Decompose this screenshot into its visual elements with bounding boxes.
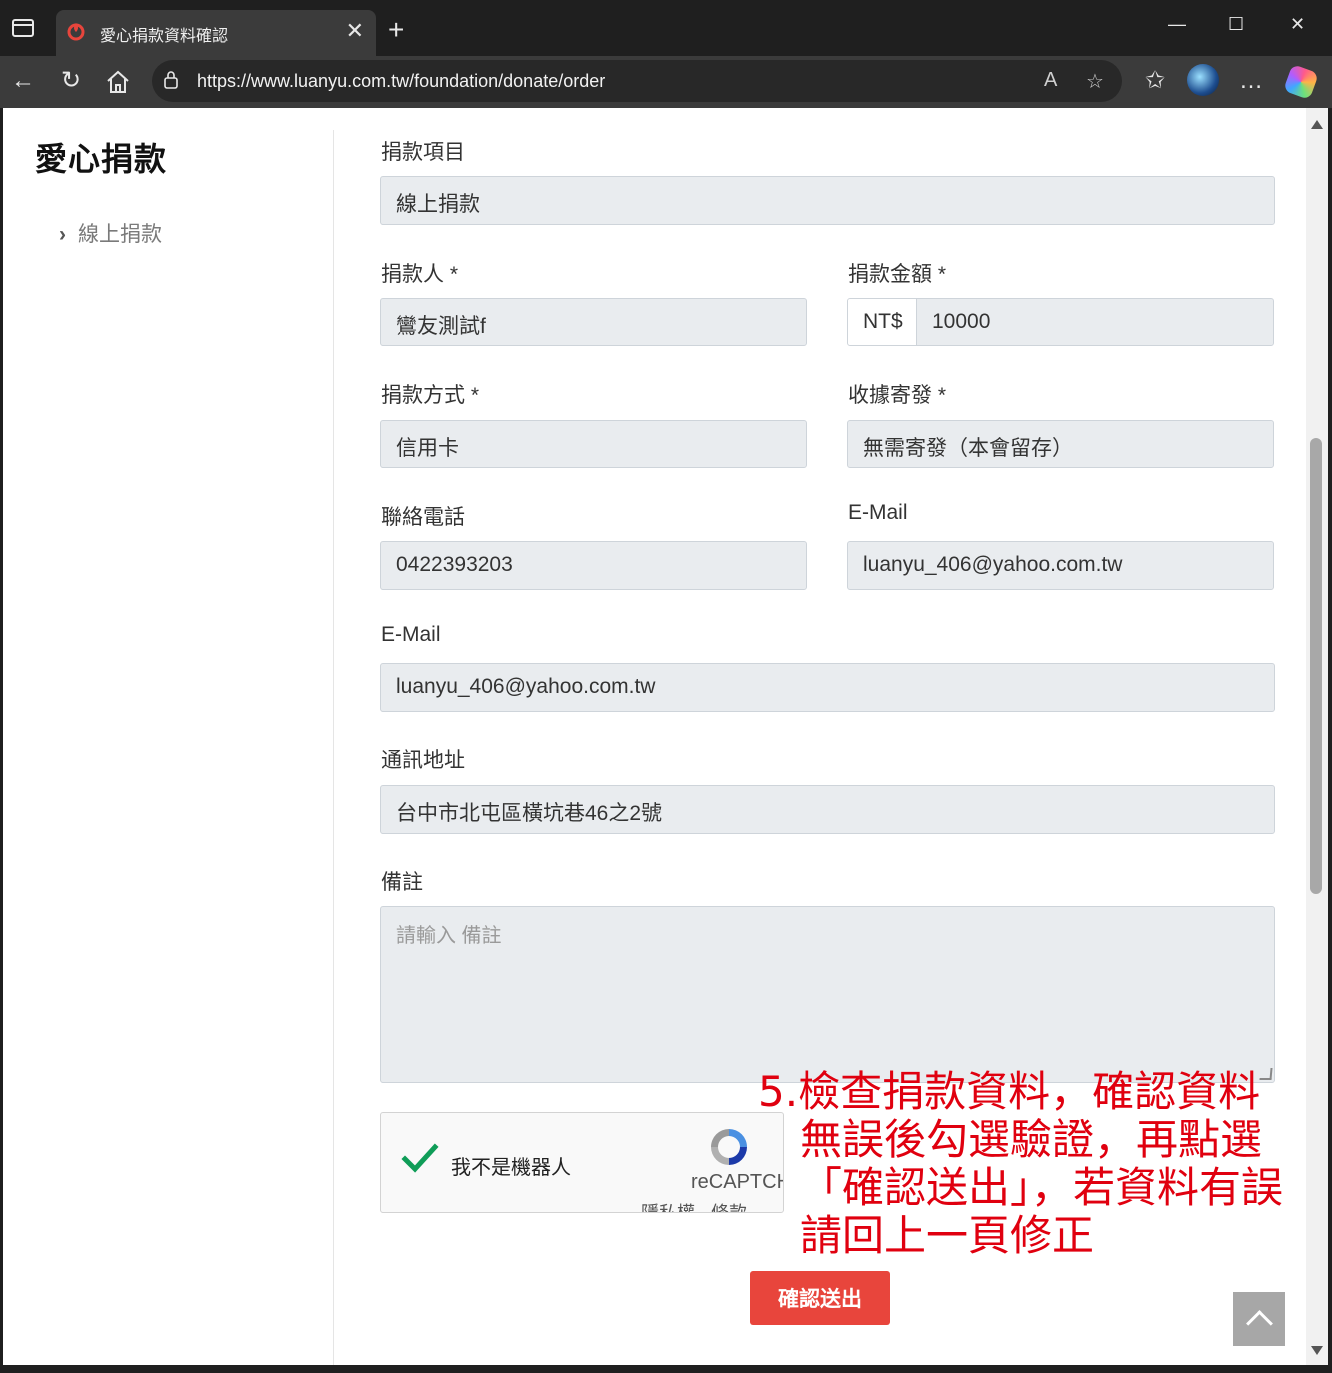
- email2-label: E-Mail: [381, 623, 441, 646]
- phone-label: 聯絡電話: [381, 506, 465, 529]
- favorites-icon[interactable]: ✩: [1140, 66, 1170, 96]
- profile-avatar[interactable]: [1187, 64, 1219, 96]
- note-placeholder: 請輸入 備註: [396, 925, 502, 947]
- browser-tab[interactable]: 愛心捐款資料確認 ✕: [56, 10, 376, 56]
- amount-field[interactable]: 10000: [916, 298, 1274, 346]
- scrollbar-thumb[interactable]: [1310, 438, 1322, 894]
- scroll-up-arrow-icon[interactable]: [1311, 120, 1323, 129]
- recaptcha-privacy-terms-link[interactable]: 隱私權 - 條款: [641, 1199, 747, 1212]
- back-icon[interactable]: ←: [8, 66, 38, 96]
- new-tab-button[interactable]: +: [388, 16, 404, 44]
- more-icon[interactable]: …: [1236, 66, 1266, 96]
- annotation-line-3: 「確認送出」，若資料有誤: [800, 1163, 1284, 1212]
- currency-prefix: NT$: [847, 298, 917, 346]
- receipt-field[interactable]: 無需寄發（本會留存）: [847, 420, 1274, 468]
- recaptcha-widget: 我不是機器人 reCAPTCHA 隱私權 - 條款: [380, 1112, 784, 1213]
- sidebar-item-online-donation[interactable]: › 線上捐款: [59, 218, 162, 248]
- minimize-button[interactable]: —: [1168, 14, 1186, 35]
- phone-field[interactable]: 0422393203: [380, 541, 807, 590]
- refresh-icon[interactable]: ↻: [56, 66, 86, 96]
- resize-grip-icon[interactable]: [1259, 1068, 1273, 1080]
- address-field[interactable]: 台中市北屯區橫坑巷46之2號: [380, 785, 1275, 834]
- receipt-label: 收據寄發 *: [848, 384, 947, 407]
- favorite-star-icon[interactable]: ☆: [1086, 69, 1104, 94]
- home-icon[interactable]: [105, 69, 131, 95]
- email-field[interactable]: luanyu_406@yahoo.com.tw: [847, 541, 1274, 590]
- tab-close-icon[interactable]: ✕: [346, 20, 364, 42]
- item-field[interactable]: 線上捐款: [380, 176, 1275, 225]
- annotation-line-4: 請回上一頁修正: [800, 1211, 1095, 1260]
- tab-bar: 愛心捐款資料確認 ✕ + — ☐ ✕: [0, 0, 1332, 56]
- item-label: 捐款項目: [381, 141, 465, 164]
- sidebar-item-label: 線上捐款: [78, 223, 162, 246]
- recaptcha-logo-icon: [711, 1129, 747, 1165]
- page-scrollbar[interactable]: [1306, 108, 1328, 1365]
- sidebar-icon[interactable]: [12, 19, 34, 37]
- annotation-line-1: 5.檢查捐款資料，確認資料: [758, 1067, 1261, 1116]
- lock-icon[interactable]: [164, 71, 178, 89]
- note-label: 備註: [381, 871, 423, 894]
- site-favicon-icon: [67, 23, 85, 41]
- tab-title: 愛心捐款資料確認: [100, 28, 229, 45]
- scroll-down-arrow-icon[interactable]: [1311, 1346, 1323, 1355]
- maximize-button[interactable]: ☐: [1228, 14, 1244, 35]
- note-textarea[interactable]: 請輸入 備註: [380, 906, 1275, 1083]
- annotation-line-2: 無誤後勾選驗證，再點選: [800, 1115, 1263, 1164]
- recaptcha-brand: reCAPTCHA: [691, 1171, 783, 1193]
- captcha-label: 我不是機器人: [451, 1157, 571, 1179]
- checkmark-icon[interactable]: [401, 1139, 439, 1177]
- url-text[interactable]: https://www.luanyu.com.tw/foundation/don…: [197, 71, 605, 92]
- donor-label: 捐款人 *: [381, 263, 459, 286]
- email-label: E-Mail: [848, 501, 908, 524]
- close-window-button[interactable]: ✕: [1290, 14, 1305, 35]
- confirm-submit-button[interactable]: 確認送出: [750, 1271, 890, 1325]
- amount-label: 捐款金額 *: [848, 263, 947, 286]
- email2-field[interactable]: luanyu_406@yahoo.com.tw: [380, 663, 1275, 712]
- donor-field[interactable]: 鸞友測試f: [380, 298, 807, 346]
- read-aloud-icon[interactable]: A: [1044, 69, 1057, 92]
- sidebar-title: 愛心捐款: [35, 141, 168, 177]
- method-field[interactable]: 信用卡: [380, 420, 807, 468]
- url-omnibox[interactable]: https://www.luanyu.com.tw/foundation/don…: [152, 60, 1122, 102]
- sidebar-divider: [333, 130, 334, 1365]
- method-label: 捐款方式 *: [381, 384, 480, 407]
- back-to-top-button[interactable]: [1233, 1292, 1285, 1346]
- address-label: 通訊地址: [381, 749, 465, 772]
- chevron-right-icon: ›: [59, 223, 66, 246]
- address-bar: ← ↻ https://www.luanyu.com.tw/foundation…: [0, 56, 1332, 108]
- copilot-icon[interactable]: [1283, 64, 1319, 100]
